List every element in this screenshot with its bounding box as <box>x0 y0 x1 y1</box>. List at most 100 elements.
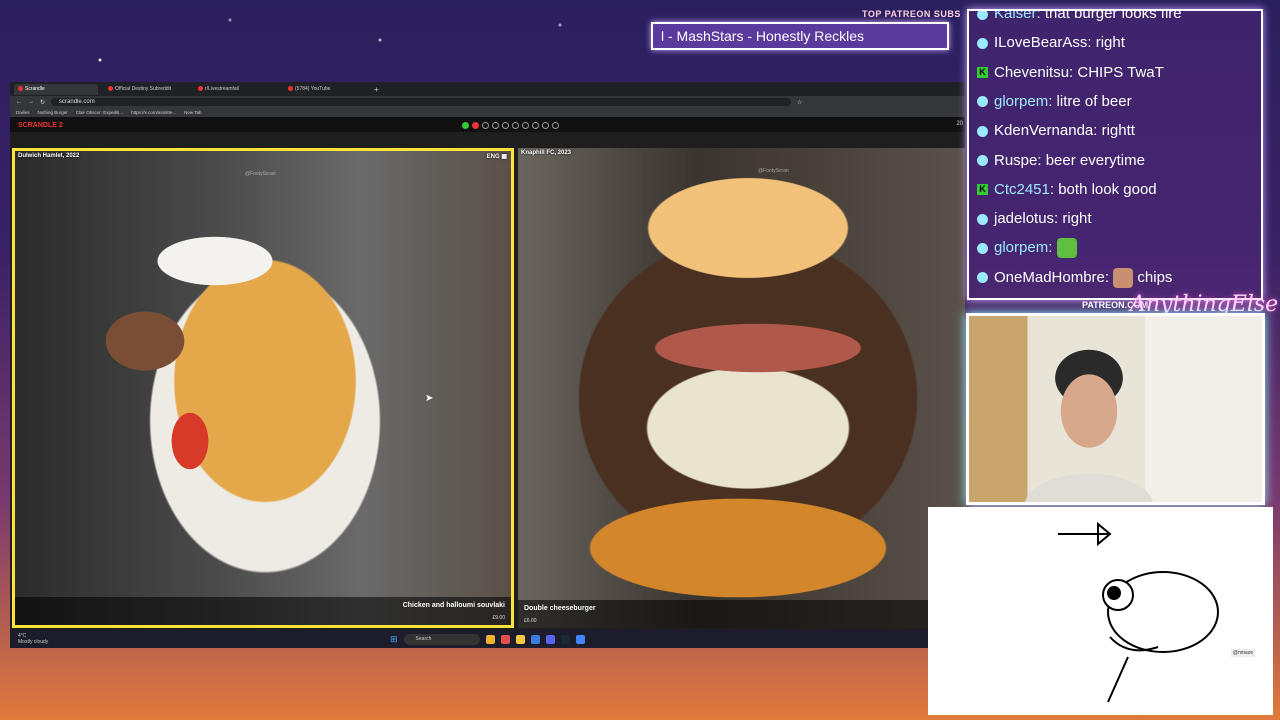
tab-destiny-subreddit[interactable]: Official Destiny Subreddit <box>104 84 188 95</box>
forward-arrow-icon[interactable]: → <box>28 99 34 105</box>
address-bar-row: ← → ↻ scrandle.com ☆ <box>10 96 965 108</box>
chat-username[interactable]: Chevenitsu <box>994 64 1069 81</box>
discord-icon[interactable] <box>545 634 555 644</box>
option-price: £6.00 <box>524 618 537 624</box>
chat-text: chips <box>1137 268 1173 286</box>
chat-username[interactable]: glorpem <box>994 93 1048 110</box>
browser-window: Scrandle Official Destiny Subreddit r/Li… <box>10 82 965 648</box>
watermark: @FootyScran <box>758 168 789 174</box>
chat-message: ILoveBearAss: right <box>977 28 1257 57</box>
user-badge-icon <box>977 96 988 108</box>
taskbar-app-icon[interactable] <box>500 634 510 644</box>
drawing-overlay: @nmaze <box>928 507 1273 715</box>
chat-message: K Ctc2451: both look good <box>977 175 1257 204</box>
progress-dot <box>492 122 499 129</box>
chat-username[interactable]: ILoveBearAss <box>994 34 1087 51</box>
youtube-favicon-icon <box>288 85 293 91</box>
watermark: @FootyScran <box>245 171 276 177</box>
progress-dot <box>522 122 529 129</box>
progress-dot <box>532 122 539 129</box>
windows-taskbar: 4°C Mostly cloudy ⊞ Search <box>10 630 928 648</box>
progress-dot <box>552 122 559 129</box>
bookmark-item[interactable]: Nothing Burger <box>38 110 68 115</box>
folder-icon[interactable] <box>515 634 525 644</box>
user-badge-icon <box>977 37 988 49</box>
taskbar-search[interactable]: Search <box>403 633 480 645</box>
tab-livestreamfail[interactable]: r/Livestreamfail <box>194 84 278 95</box>
progress-dot <box>542 122 549 129</box>
kick-badge-icon: K <box>977 67 988 79</box>
chat-overlay: Kaiser: that burger looks fire ILoveBearA… <box>967 9 1263 300</box>
mouse-cursor-icon: ➤ <box>425 393 434 404</box>
chat-message: OneMadHombre: chips <box>977 263 1257 292</box>
chat-message: KdenVernanda: rightt <box>977 116 1257 145</box>
taskbar-app-icon[interactable] <box>485 634 495 644</box>
bookmark-item[interactable]: Clair Obscur: Expediti... <box>76 110 123 115</box>
chat-username[interactable]: OneMadHombre <box>994 269 1105 286</box>
reddit-favicon-icon <box>108 85 113 91</box>
bookmark-item[interactable]: https://x.com/asmitte... <box>131 110 176 115</box>
scrandle-logo: SCRANDLE 2 <box>18 121 63 129</box>
user-badge-icon <box>977 11 988 20</box>
chat-text: CHIPS TwaT <box>1077 63 1164 81</box>
progress-dot <box>502 122 509 129</box>
patreon-ticker: l - MashStars - Honestly Reckles <box>651 22 949 50</box>
bookmark-star-icon[interactable]: ☆ <box>797 99 802 106</box>
bookmark-item[interactable]: New Tab <box>184 110 201 115</box>
chat-text: right <box>1095 34 1125 52</box>
option-source: Dulwich Hamlet, 2022 <box>18 153 80 159</box>
kick-badge-icon: K <box>977 184 988 196</box>
tab-youtube[interactable]: (5784) YouTube <box>284 84 368 95</box>
doodle-drawing <box>1058 521 1219 703</box>
chat-message-list: Kaiser: that burger looks fire ILoveBearA… <box>977 11 1257 292</box>
chat-message: jadelotus: right <box>977 204 1257 233</box>
emote-icon <box>1056 238 1077 259</box>
url-field[interactable]: scrandle.com <box>51 98 792 106</box>
chrome-icon[interactable] <box>575 634 585 644</box>
souvlaki-photo <box>15 151 511 625</box>
round-progress <box>462 122 559 129</box>
progress-dot <box>462 122 469 129</box>
drawing-tag: @nmaze <box>1230 649 1255 657</box>
option-name: Chicken and halloumi souvlaki <box>402 602 505 609</box>
chat-message: Ruspe: beer everytime <box>977 146 1257 175</box>
bookmark-item[interactable]: Dailies <box>16 110 30 115</box>
option-source: Knaphill FC, 2023 <box>521 150 572 156</box>
user-badge-icon <box>977 155 988 167</box>
food-option-right[interactable]: Knaphill FC, 2023 @FootyScran Double che… <box>518 148 965 628</box>
chat-username[interactable]: Ruspe <box>994 152 1037 169</box>
reload-icon[interactable]: ↻ <box>40 99 45 106</box>
chat-message: glorpem: <box>977 233 1257 262</box>
chat-username[interactable]: Kaiser <box>994 11 1037 22</box>
option-price: £9.00 <box>492 615 505 621</box>
chat-username[interactable]: glorpem <box>994 239 1048 256</box>
chat-username[interactable]: KdenVernanda <box>994 122 1093 139</box>
year-label: 20 <box>956 121 963 127</box>
user-badge-icon <box>977 272 988 284</box>
chat-text: rightt <box>1101 122 1135 140</box>
user-badge-icon <box>977 242 988 254</box>
chat-username[interactable]: jadelotus <box>994 210 1054 227</box>
chat-message: Kaiser: that burger looks fire <box>977 11 1257 28</box>
chat-text: litre of beer <box>1056 92 1132 110</box>
chat-text: both look good <box>1058 180 1157 198</box>
option-name: Double cheeseburger <box>524 605 596 612</box>
windows-start-icon[interactable]: ⊞ <box>390 634 398 645</box>
back-arrow-icon[interactable]: ← <box>16 99 22 105</box>
user-badge-icon <box>977 213 988 225</box>
steam-icon[interactable] <box>560 634 570 644</box>
bookmarks-bar: Dailies Nothing Burger Clair Obscur: Exp… <box>10 108 965 118</box>
weather-widget[interactable]: 4°C Mostly cloudy <box>10 633 390 645</box>
tab-scrandle[interactable]: Scrandle <box>14 83 98 95</box>
webcam-feed <box>966 313 1265 505</box>
food-option-left[interactable]: Dulwich Hamlet, 2022 ENG ▦ @FootyScran C… <box>12 148 514 628</box>
chat-text: beer everytime <box>1045 151 1145 169</box>
app-header: SCRANDLE 2 20 <box>10 118 965 132</box>
chat-username[interactable]: Ctc2451 <box>994 181 1050 198</box>
chat-message: glorpem: litre of beer <box>977 87 1257 116</box>
taskbar-app-icon[interactable] <box>530 634 540 644</box>
new-tab-plus-icon[interactable]: + <box>374 85 379 94</box>
scrandle-favicon-icon <box>18 85 23 91</box>
reddit-favicon-icon <box>198 85 203 91</box>
creature-body-doodle <box>1107 636 1159 703</box>
